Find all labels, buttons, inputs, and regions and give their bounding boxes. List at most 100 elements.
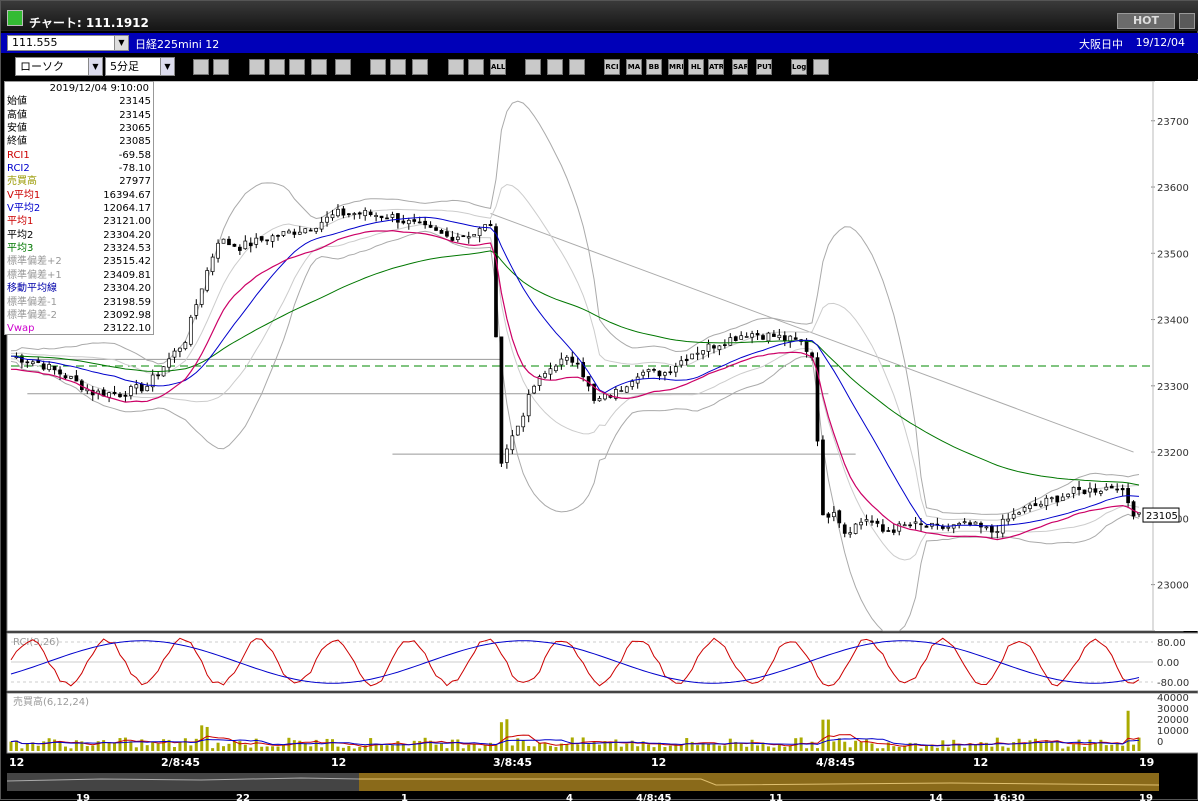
settings-icon[interactable]: [525, 59, 541, 75]
volume-bar: [995, 737, 999, 751]
volume-bar: [102, 740, 106, 751]
candle-body: [1060, 496, 1065, 502]
log-icon[interactable]: Log: [791, 59, 807, 75]
atr-icon[interactable]: ATR: [708, 59, 724, 75]
close-button[interactable]: [1179, 13, 1195, 29]
zoom-icon[interactable]: [269, 59, 285, 75]
candle-body: [510, 435, 515, 451]
chevron-down-icon[interactable]: ▼: [114, 36, 128, 50]
info-row: RCI2 -78.10: [7, 162, 151, 175]
navigator-scrollbar[interactable]: 19 22 1 4 4/8:45 11 14 16:30 19: [6, 773, 1160, 801]
volume-bar: [232, 741, 236, 751]
candle-body: [603, 393, 607, 400]
info-row: RCI1 -69.58: [7, 149, 151, 162]
candle-body: [52, 365, 57, 371]
rci-tick-label: -80.00: [1157, 678, 1189, 689]
all-icon[interactable]: ALL: [490, 59, 506, 75]
volume-bar: [957, 744, 961, 751]
volume-bar: [739, 743, 743, 751]
info-value: 27977: [119, 176, 151, 188]
chart-type-select[interactable]: ローソク ▼: [15, 57, 103, 76]
candle: [499, 336, 504, 468]
volume-bar: [974, 744, 978, 751]
candle-body: [793, 337, 798, 340]
candle-body: [276, 235, 280, 237]
mre-icon[interactable]: MRE: [668, 59, 684, 75]
bar-icon[interactable]: [311, 59, 327, 75]
exit-icon[interactable]: [813, 59, 829, 75]
y-tick-label: 23000: [1157, 581, 1189, 592]
search-icon[interactable]: [193, 59, 209, 75]
candle-icon[interactable]: [249, 59, 265, 75]
symbol-bar: 111.555 ▼ 日経225mini 12 大阪日中 19/12/04: [1, 33, 1198, 53]
volume-bar: [439, 743, 443, 751]
volume-bar: [1050, 742, 1054, 751]
volume-bar: [347, 746, 351, 751]
candle-body: [41, 363, 46, 370]
candle-body: [723, 344, 727, 346]
tool-icon[interactable]: [547, 59, 563, 75]
hl-icon[interactable]: HL: [688, 59, 704, 75]
volume-bar: [1077, 739, 1081, 751]
candle-body: [319, 221, 324, 230]
interval-select[interactable]: 5分足 ▼: [105, 57, 175, 76]
left-icon[interactable]: [448, 59, 464, 75]
volume-bar: [69, 748, 73, 751]
hot-button[interactable]: HOT: [1117, 13, 1175, 29]
chevron-down-icon[interactable]: ▼: [160, 58, 174, 75]
candle: [624, 385, 629, 393]
candle-body: [526, 394, 531, 417]
volume-bar: [756, 745, 760, 751]
chevron-down-icon[interactable]: ▼: [88, 58, 102, 75]
candle-body: [761, 335, 765, 340]
volume-bar: [494, 745, 498, 751]
volume-icon[interactable]: [289, 59, 305, 75]
volume-bar: [238, 741, 242, 751]
sar-icon[interactable]: SAR: [732, 59, 748, 75]
candle-body: [657, 370, 662, 377]
price-axis-bg: [1155, 81, 1198, 631]
grid-icon[interactable]: [213, 59, 229, 75]
volume-bar: [341, 747, 345, 751]
put-icon[interactable]: PUT: [756, 59, 772, 75]
ma-icon[interactable]: MA: [626, 59, 642, 75]
volume-bar: [412, 740, 416, 751]
candle-body: [118, 393, 122, 398]
candle-body: [919, 523, 923, 526]
info-label: 標準偏差+1: [7, 269, 62, 281]
volume-tick-label: 20000: [1157, 715, 1189, 726]
undo-icon[interactable]: [412, 59, 428, 75]
rci-icon[interactable]: RCI: [604, 59, 620, 75]
bb-icon[interactable]: BB: [646, 59, 662, 75]
line-icon[interactable]: [468, 59, 484, 75]
rci-tick-label: 80.00: [1157, 638, 1186, 649]
volume-bar: [946, 747, 950, 751]
info-label: 平均2: [7, 229, 34, 241]
volume-bar: [510, 745, 514, 751]
candle-body: [881, 524, 885, 532]
symbol-code-input[interactable]: 111.555 ▼: [7, 35, 129, 51]
info-label: 売買高: [7, 176, 37, 188]
pen-icon[interactable]: [370, 59, 386, 75]
color-icon[interactable]: [569, 59, 585, 75]
volume-tick-label: 40000: [1157, 693, 1189, 704]
candle-body: [47, 364, 51, 370]
text-icon[interactable]: [335, 59, 351, 75]
x-tick-label: 3/8:45: [493, 756, 532, 769]
candle-body: [281, 231, 286, 236]
volume-bar: [897, 746, 901, 751]
volume-bar: [663, 747, 667, 751]
volume-bar: [581, 737, 585, 751]
volume-bar: [570, 737, 574, 751]
candle-body: [488, 223, 493, 226]
candle-body: [183, 342, 188, 350]
candle-body: [1022, 507, 1027, 512]
volume-bar: [331, 739, 335, 751]
volume-bar: [260, 746, 264, 751]
select-icon[interactable]: [390, 59, 406, 75]
candle-body: [445, 231, 449, 237]
y-tick-label: 23400: [1157, 316, 1189, 327]
candle-body: [297, 231, 302, 235]
volume-bar: [407, 748, 411, 751]
info-label: 標準偏差-2: [7, 309, 57, 321]
